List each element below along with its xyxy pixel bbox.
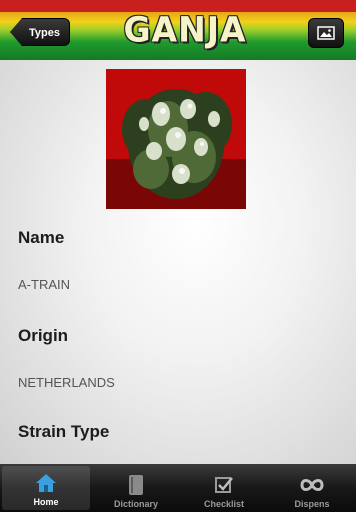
tab-dispensaries-label: Dispens [294, 499, 330, 509]
picture-icon [317, 26, 335, 40]
strain-detail-view: Name A-TRAIN Origin NETHERLANDS Strain T… [0, 60, 356, 464]
tab-bar: Home Dictionary Checklist Dispens [0, 464, 356, 512]
home-icon [36, 474, 56, 492]
tab-dispensaries[interactable]: Dispens [268, 464, 356, 512]
app-title: GANJA GUIDE [123, 9, 247, 96]
back-button-types[interactable]: Types [10, 18, 70, 46]
nav-header: Types GANJA GUIDE [0, 0, 356, 96]
origin-label: Origin [18, 326, 69, 345]
strain-type-label: Strain Type [18, 422, 110, 441]
strain-photo [106, 69, 246, 209]
image-button[interactable] [308, 18, 344, 48]
tab-dictionary-label: Dictionary [113, 499, 158, 509]
tab-home-label: Home [33, 497, 59, 507]
tab-checklist-label: Checklist [203, 499, 245, 509]
name-value: A-TRAIN [18, 277, 70, 292]
infinity-icon [300, 479, 324, 491]
tab-home[interactable]: Home [2, 466, 90, 510]
cannabis-plant-image [106, 69, 246, 209]
book-icon [129, 475, 143, 495]
tab-checklist[interactable]: Checklist [180, 464, 268, 512]
checklist-icon [215, 477, 233, 493]
origin-value: NETHERLANDS [18, 375, 115, 390]
name-label: Name [18, 228, 65, 247]
app-screen: Types GANJA GUIDE [0, 0, 356, 512]
tab-dictionary[interactable]: Dictionary [92, 464, 180, 512]
